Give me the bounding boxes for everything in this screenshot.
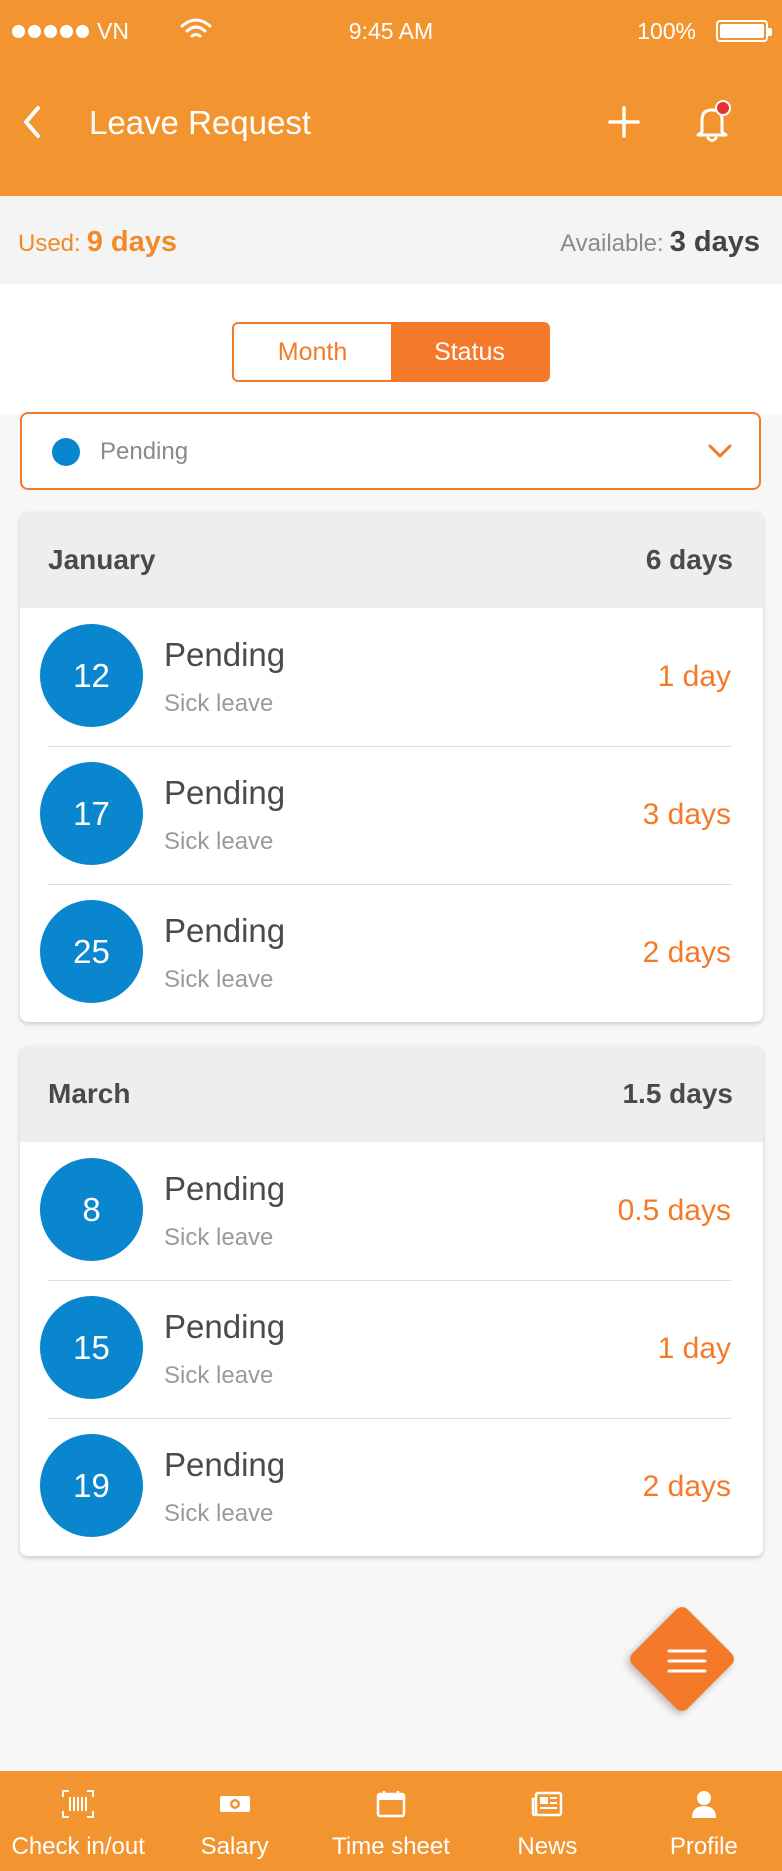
status-filter-dropdown[interactable]: Pending [20, 412, 761, 490]
leave-duration: 2 days [642, 936, 731, 969]
date-badge: 15 [40, 1296, 143, 1399]
tab-time-sheet[interactable]: Time sheet [313, 1771, 469, 1871]
tab-check-in-out[interactable]: Check in/out [0, 1771, 156, 1871]
available-value: 3 days [669, 226, 760, 258]
leave-duration: 1 day [657, 660, 731, 693]
view-toggle-area: Month Status [0, 284, 782, 414]
user-icon [691, 1791, 716, 1818]
chevron-down-icon [708, 444, 732, 458]
month-name: January [48, 544, 156, 575]
leave-request-row[interactable]: 8 Pending Sick leave 0.5 days [20, 1142, 763, 1280]
used-label: Used: [18, 230, 81, 257]
date-badge: 19 [40, 1434, 143, 1537]
available-label: Available: [560, 230, 664, 257]
back-arrow-icon[interactable] [14, 102, 54, 142]
app-header: VN 9:45 AM 100% Leave Request [0, 0, 782, 196]
tab-profile[interactable]: Profile [626, 1771, 782, 1871]
status-dot-icon [52, 438, 80, 466]
nav-bar: Leave Request [0, 90, 782, 166]
battery-icon [716, 20, 772, 42]
menu-icon [667, 1649, 707, 1673]
leave-request-row[interactable]: 25 Pending Sick leave 2 days [20, 884, 763, 1022]
page-title: Leave Request [89, 104, 311, 141]
request-status: Pending [164, 1446, 286, 1483]
bell-icon[interactable] [692, 100, 732, 144]
leave-type: Sick leave [164, 1224, 274, 1251]
calendar-icon [376, 1791, 406, 1818]
date-badge: 8 [40, 1158, 143, 1261]
month-total-days: 6 days [645, 544, 733, 575]
leave-type: Sick leave [164, 1500, 274, 1527]
used-days: Used: 9 days [18, 226, 177, 259]
leave-request-row[interactable]: 19 Pending Sick leave 2 days [20, 1418, 763, 1556]
request-status: Pending [164, 774, 286, 811]
date-badge: 25 [40, 900, 143, 1003]
request-status: Pending [164, 636, 286, 673]
date-badge: 12 [40, 624, 143, 727]
add-icon[interactable] [604, 102, 644, 142]
tab-label: Profile [669, 1833, 738, 1860]
month-total-days: 1.5 days [622, 1078, 733, 1109]
month-group-card: March 1.5 days 8 Pending Sick leave 0.5 … [20, 1046, 763, 1556]
leave-usage-summary: Used: 9 days Available: 3 days [0, 196, 782, 284]
status-filter-value: Pending [100, 438, 189, 465]
tab-news[interactable]: News [469, 1771, 625, 1871]
barcode-icon [62, 1790, 95, 1818]
money-icon [219, 1796, 250, 1812]
view-segmented-control: Month Status [232, 322, 550, 382]
leave-type: Sick leave [164, 828, 274, 855]
newspaper-icon [532, 1791, 563, 1817]
tab-month[interactable]: Month [234, 324, 391, 380]
leave-type: Sick leave [164, 966, 274, 993]
used-value: 9 days [86, 226, 177, 258]
leave-duration: 2 days [642, 1470, 731, 1503]
month-group-header: March 1.5 days [20, 1046, 763, 1142]
leave-request-row[interactable]: 12 Pending Sick leave 1 day [20, 608, 763, 746]
request-status: Pending [164, 1170, 286, 1207]
leave-duration: 1 day [657, 1332, 731, 1365]
tab-label: News [517, 1833, 578, 1860]
month-group-header: January 6 days [20, 512, 763, 608]
leave-request-row[interactable]: 17 Pending Sick leave 3 days [20, 746, 763, 884]
bottom-tab-bar: Check in/out Salary Time sheet News Prof… [0, 1771, 782, 1871]
request-status: Pending [164, 1308, 286, 1345]
tab-label: Salary [200, 1833, 269, 1860]
request-status: Pending [164, 912, 286, 949]
date-badge: 17 [40, 762, 143, 865]
leave-duration: 3 days [642, 798, 731, 831]
available-days: Available: 3 days [560, 226, 760, 259]
tab-label: Time sheet [332, 1833, 450, 1860]
leave-type: Sick leave [164, 1362, 274, 1389]
tab-status[interactable]: Status [391, 324, 548, 380]
status-bar: VN 9:45 AM 100% [0, 0, 782, 62]
leave-duration: 0.5 days [617, 1194, 731, 1227]
leave-type: Sick leave [164, 690, 274, 717]
month-name: March [48, 1078, 131, 1109]
leave-request-row[interactable]: 15 Pending Sick leave 1 day [20, 1280, 763, 1418]
battery-percent: 100% [637, 18, 696, 44]
tab-salary[interactable]: Salary [156, 1771, 312, 1871]
tab-label: Check in/out [11, 1833, 145, 1860]
month-group-card: January 6 days 12 Pending Sick leave 1 d… [20, 512, 763, 1022]
